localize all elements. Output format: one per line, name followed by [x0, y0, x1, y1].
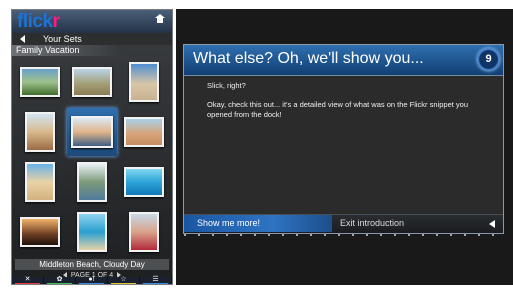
exit-introduction-button[interactable]: Exit introduction — [340, 215, 404, 232]
photo-image — [25, 162, 55, 202]
back-arrow-icon[interactable] — [489, 220, 495, 228]
dialog-text-line: Slick, right? — [207, 81, 246, 90]
dialog-title: What else? Oh, we'll show you... — [193, 50, 424, 67]
photo-image — [25, 112, 55, 152]
set-title: Family Vacation — [12, 45, 122, 56]
photo-image — [124, 117, 164, 147]
photo-thumbnail[interactable] — [119, 158, 169, 206]
progress-dots — [184, 234, 503, 236]
photo-image — [20, 67, 60, 97]
dialog-footer: Show me more! Exit introduction — [184, 214, 503, 236]
photo-image — [129, 212, 159, 252]
dialog-text-line: Okay, check this out... it's a detailed … — [207, 100, 468, 119]
dialog-header: What else? Oh, we'll show you... 9 — [184, 45, 503, 76]
bottom-toolbar: ✕ ✿ ●! ☆ ☰ — [12, 276, 172, 284]
photo-thumbnail[interactable] — [15, 108, 65, 156]
show-more-button[interactable]: Show me more! — [184, 215, 332, 232]
photo-thumbnail[interactable] — [119, 58, 169, 106]
photo-thumbnail[interactable] — [67, 208, 117, 256]
photo-image — [77, 212, 107, 252]
dialog-body: Slick, right? Okay, check this out... it… — [207, 81, 477, 129]
photo-image — [129, 62, 159, 102]
photo-thumbnail[interactable] — [119, 208, 169, 256]
flickr-panel: flickr Your Sets Family Vacation Middlet… — [11, 9, 173, 285]
photo-thumbnail-selected[interactable] — [67, 108, 117, 156]
home-icon[interactable] — [155, 14, 165, 24]
photo-image — [77, 162, 107, 202]
intro-dialog: What else? Oh, we'll show you... 9 Slick… — [183, 44, 504, 236]
star-icon[interactable]: ☆ — [108, 276, 140, 284]
menu-icon[interactable]: ☰ — [140, 276, 172, 284]
back-label: Your Sets — [43, 34, 82, 44]
photo-thumbnail[interactable] — [119, 108, 169, 156]
back-button[interactable]: Your Sets — [12, 33, 172, 45]
photo-thumbnail[interactable] — [15, 158, 65, 206]
flickr-header: flickr — [12, 10, 172, 33]
photo-image — [72, 67, 112, 97]
flickr-logo: flickr — [17, 11, 60, 32]
photo-thumbnail[interactable] — [15, 208, 65, 256]
step-badge: 9 — [477, 48, 500, 71]
photo-caption: Middleton Beach, Cloudy Day — [15, 259, 169, 270]
info-icon[interactable]: ●! — [76, 276, 108, 284]
close-icon[interactable]: ✕ — [12, 276, 44, 284]
chevron-left-icon — [20, 35, 25, 43]
photo-thumbnail[interactable] — [67, 58, 117, 106]
photo-thumbnail[interactable] — [15, 58, 65, 106]
flower-icon[interactable]: ✿ — [44, 276, 76, 284]
photo-grid — [15, 58, 169, 258]
photo-image — [20, 217, 60, 247]
photo-thumbnail[interactable] — [67, 158, 117, 206]
photo-image — [71, 116, 113, 148]
photo-image — [124, 167, 164, 197]
